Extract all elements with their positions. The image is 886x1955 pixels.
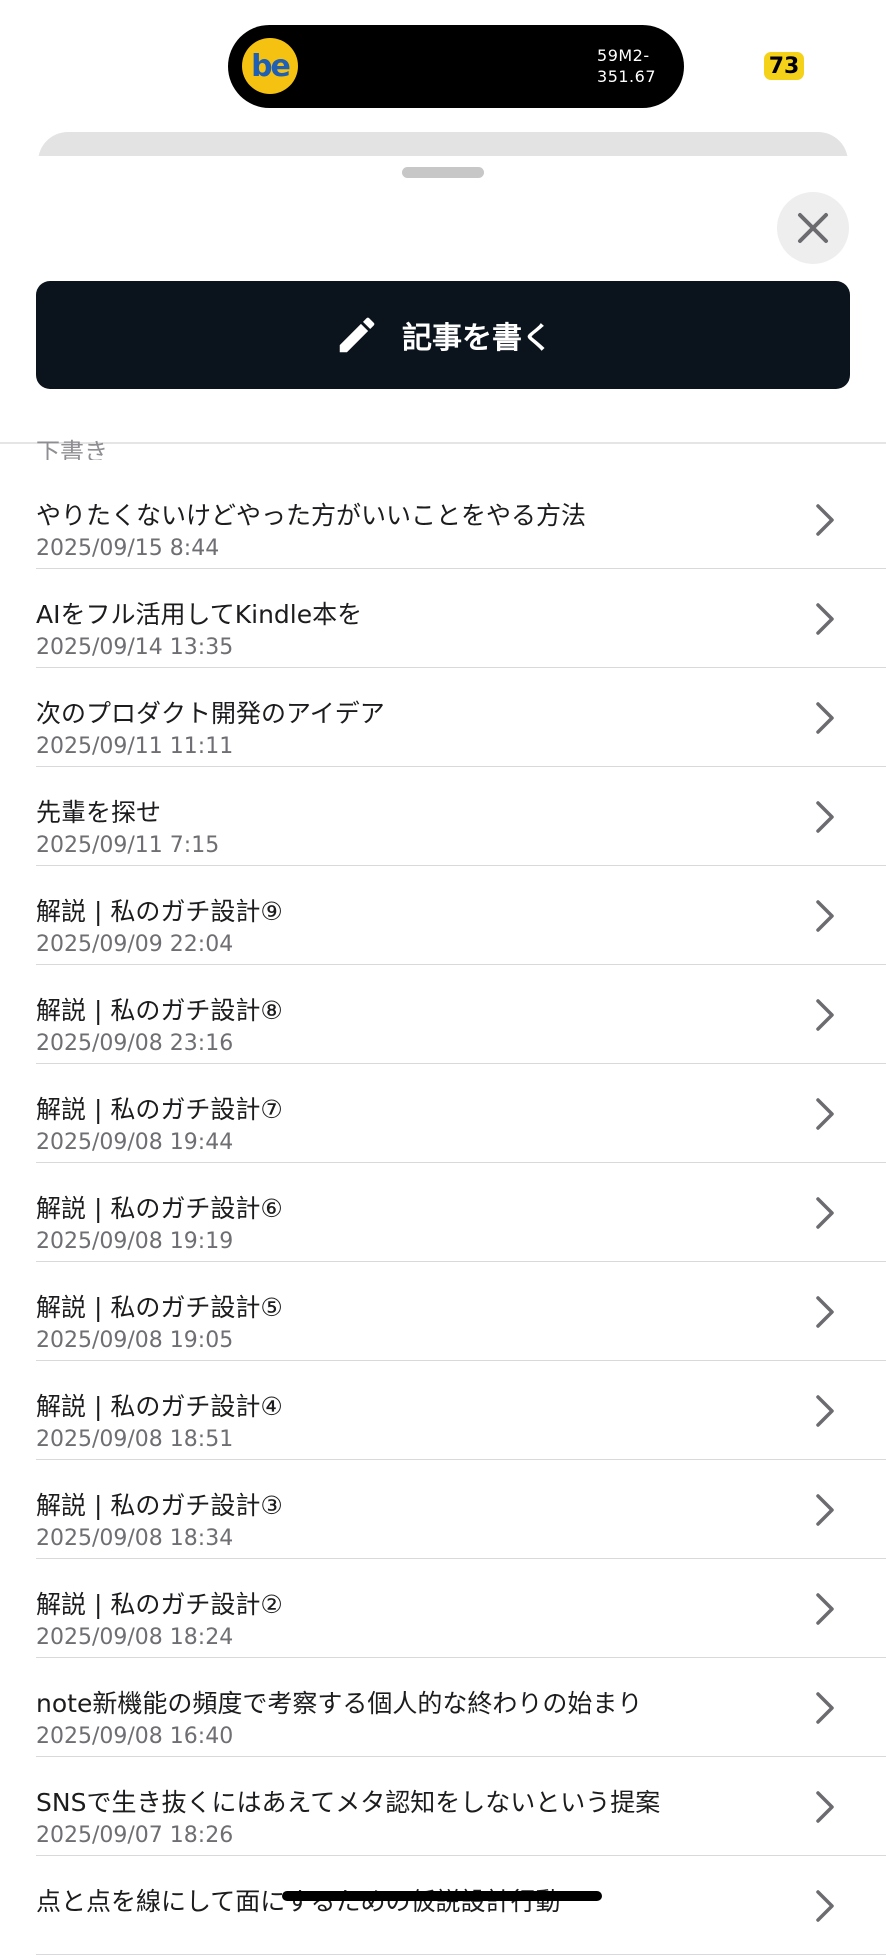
- dynamic-island[interactable]: be 59M2- 351.67: [228, 25, 684, 108]
- chevron-right-icon: [812, 1292, 838, 1332]
- draft-date: 2025/09/14 13:35: [36, 635, 233, 660]
- draft-date: 2025/09/08 19:44: [36, 1130, 233, 1155]
- draft-row[interactable]: 点と点を線にして面にするための仮説設計行動: [0, 1856, 886, 1955]
- draft-date: 2025/09/15 8:44: [36, 536, 219, 561]
- sheet-grabber[interactable]: [402, 167, 484, 178]
- chevron-right-icon: [812, 1589, 838, 1629]
- write-article-label: 記事を書く: [402, 313, 552, 357]
- draft-date: 2025/09/09 22:04: [36, 932, 233, 957]
- draft-title: 解説 | 私のガチ設計③: [36, 1486, 283, 1522]
- island-line-1: 59M2-: [597, 45, 656, 66]
- write-article-button[interactable]: 記事を書く: [36, 281, 850, 389]
- draft-row[interactable]: 解説 | 私のガチ設計⑤ 2025/09/08 19:05: [0, 1262, 886, 1361]
- draft-title: 解説 | 私のガチ設計⑨: [36, 892, 283, 928]
- draft-date: 2025/09/08 18:24: [36, 1625, 233, 1650]
- header-divider: [0, 442, 886, 444]
- chevron-right-icon: [812, 896, 838, 936]
- draft-date: 2025/09/08 18:34: [36, 1526, 233, 1551]
- draft-title: やりたくないけどやった方がいいことをやる方法: [36, 496, 586, 532]
- draft-title: note新機能の頻度で考察する個人的な終わりの始まり: [36, 1684, 642, 1720]
- close-icon: [796, 211, 830, 245]
- draft-row[interactable]: やりたくないけどやった方がいいことをやる方法 2025/09/15 8:44: [0, 470, 886, 569]
- chevron-right-icon: [812, 797, 838, 837]
- draft-date: 2025/09/08 19:05: [36, 1328, 233, 1353]
- status-bar: be 59M2- 351.67 73: [0, 0, 886, 130]
- draft-row[interactable]: 解説 | 私のガチ設計⑧ 2025/09/08 23:16: [0, 965, 886, 1064]
- chevron-right-icon: [812, 1886, 838, 1926]
- draft-title: 解説 | 私のガチ設計②: [36, 1585, 283, 1621]
- chevron-right-icon: [812, 500, 838, 540]
- draft-row[interactable]: 次のプロダクト開発のアイデア 2025/09/11 11:11: [0, 668, 886, 767]
- draft-title: 次のプロダクト開発のアイデア: [36, 694, 385, 730]
- draft-row[interactable]: 解説 | 私のガチ設計⑦ 2025/09/08 19:44: [0, 1064, 886, 1163]
- be-app-logo: be: [242, 38, 298, 94]
- draft-title: SNSで生き抜くにはあえてメタ認知をしないという提案: [36, 1783, 660, 1819]
- chevron-right-icon: [812, 1688, 838, 1728]
- pencil-icon: [334, 312, 380, 358]
- draft-date: 2025/09/08 16:40: [36, 1724, 233, 1749]
- battery-indicator: 73: [764, 52, 804, 80]
- draft-row[interactable]: 解説 | 私のガチ設計② 2025/09/08 18:24: [0, 1559, 886, 1658]
- island-line-2: 351.67: [597, 66, 656, 87]
- draft-row[interactable]: 解説 | 私のガチ設計⑨ 2025/09/09 22:04: [0, 866, 886, 965]
- chevron-right-icon: [812, 698, 838, 738]
- draft-date: 2025/09/08 18:51: [36, 1427, 233, 1452]
- draft-title: 解説 | 私のガチ設計⑥: [36, 1189, 283, 1225]
- chevron-right-icon: [812, 1490, 838, 1530]
- draft-date: 2025/09/08 19:19: [36, 1229, 233, 1254]
- chevron-right-icon: [812, 1094, 838, 1134]
- draft-date: 2025/09/11 7:15: [36, 833, 219, 858]
- draft-title: AIをフル活用してKindle本を: [36, 595, 362, 631]
- draft-date: 2025/09/08 23:16: [36, 1031, 233, 1056]
- draft-title: 解説 | 私のガチ設計④: [36, 1387, 283, 1423]
- drafts-section-title: 下書き: [36, 438, 108, 460]
- home-indicator[interactable]: [282, 1891, 602, 1901]
- chevron-right-icon: [812, 995, 838, 1035]
- island-readout: 59M2- 351.67: [597, 45, 656, 87]
- draft-row[interactable]: 解説 | 私のガチ設計④ 2025/09/08 18:51: [0, 1361, 886, 1460]
- draft-title: 解説 | 私のガチ設計⑦: [36, 1090, 283, 1126]
- chevron-right-icon: [812, 1787, 838, 1827]
- chevron-right-icon: [812, 1391, 838, 1431]
- draft-row[interactable]: 解説 | 私のガチ設計③ 2025/09/08 18:34: [0, 1460, 886, 1559]
- draft-row[interactable]: SNSで生き抜くにはあえてメタ認知をしないという提案 2025/09/07 18:…: [0, 1757, 886, 1856]
- draft-date: 2025/09/11 11:11: [36, 734, 233, 759]
- draft-title: 解説 | 私のガチ設計⑧: [36, 991, 283, 1027]
- draft-row[interactable]: note新機能の頻度で考察する個人的な終わりの始まり 2025/09/08 16:…: [0, 1658, 886, 1757]
- drafts-list: やりたくないけどやった方がいいことをやる方法 2025/09/15 8:44 AIを…: [0, 470, 886, 1955]
- draft-row[interactable]: 解説 | 私のガチ設計⑥ 2025/09/08 19:19: [0, 1163, 886, 1262]
- draft-title: 解説 | 私のガチ設計⑤: [36, 1288, 283, 1324]
- draft-date: 2025/09/07 18:26: [36, 1823, 233, 1848]
- draft-title: 先輩を探せ: [36, 793, 161, 829]
- chevron-right-icon: [812, 599, 838, 639]
- close-button[interactable]: [777, 192, 849, 264]
- draft-row[interactable]: 先輩を探せ 2025/09/11 7:15: [0, 767, 886, 866]
- chevron-right-icon: [812, 1193, 838, 1233]
- draft-row[interactable]: AIをフル活用してKindle本を 2025/09/14 13:35: [0, 569, 886, 668]
